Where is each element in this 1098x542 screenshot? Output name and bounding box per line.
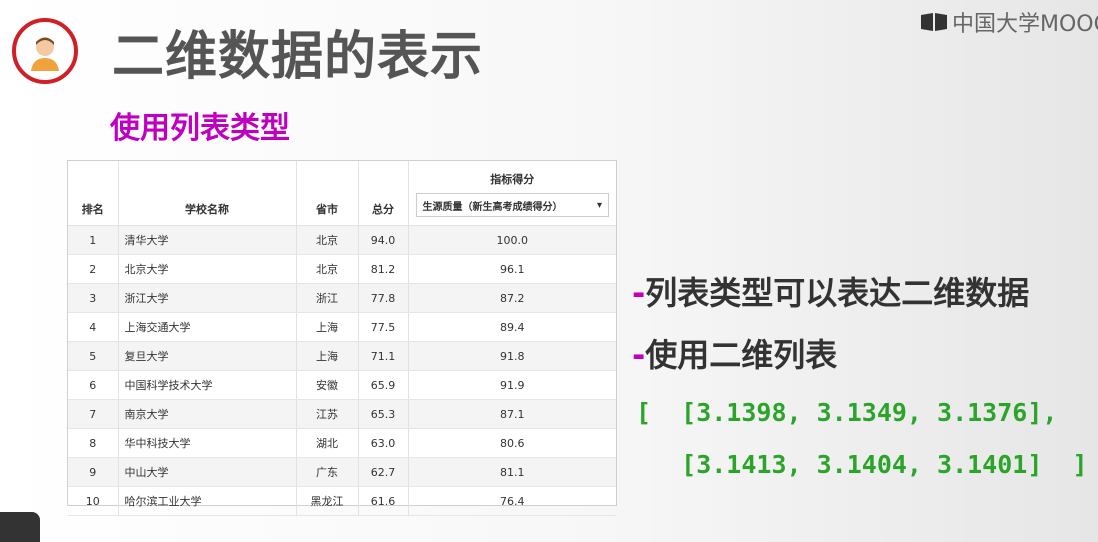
header-total: 总分 <box>358 161 409 226</box>
indicator-group-label: 指标得分 <box>490 173 535 186</box>
table-row: 4 上海交通大学 上海 77.5 89.4 <box>68 312 616 342</box>
cell-province: 北京 <box>296 225 359 255</box>
brand-text: 中国大学MOOC <box>952 12 1098 37</box>
ranking-table: 排名 学校名称 省市 总分 指标得分 生源质量（新生高考成绩得分） ▾ 1 清华大… <box>67 160 617 516</box>
avatar <box>12 18 78 84</box>
cell-score: 87.2 <box>408 283 616 313</box>
cell-rank: 6 <box>68 370 119 400</box>
page-subtitle: 使用列表类型 <box>110 111 290 146</box>
cell-score: 81.1 <box>408 457 616 487</box>
table-row: 1 清华大学 北京 94.0 100.0 <box>68 225 616 255</box>
cell-total: 62.7 <box>358 457 409 487</box>
cell-score: 87.1 <box>408 399 616 429</box>
cell-total: 65.3 <box>358 399 409 429</box>
cell-score: 96.1 <box>408 254 616 284</box>
header-indicator: 指标得分 生源质量（新生高考成绩得分） ▾ <box>408 161 616 226</box>
cell-province: 上海 <box>296 341 359 371</box>
header-school: 学校名称 <box>118 161 297 226</box>
header-rank: 排名 <box>68 161 119 226</box>
cell-score: 89.4 <box>408 312 616 342</box>
cell-rank: 1 <box>68 225 119 255</box>
cell-school: 南京大学 <box>118 399 297 429</box>
cell-score: 91.8 <box>408 341 616 371</box>
cell-total: 63.0 <box>358 428 409 458</box>
brand-logo: 中国大学MOOC <box>920 6 1098 38</box>
cell-score: 76.4 <box>408 486 616 516</box>
cell-school: 复旦大学 <box>118 341 297 371</box>
cell-school: 中国科学技术大学 <box>118 370 297 400</box>
cell-rank: 7 <box>68 399 119 429</box>
cell-school: 华中科技大学 <box>118 428 297 458</box>
table-row: 3 浙江大学 浙江 77.8 87.2 <box>68 283 616 313</box>
code-line-1: [ [3.1398, 3.1349, 3.1376], <box>636 398 1058 427</box>
cell-total: 71.1 <box>358 341 409 371</box>
table-row: 9 中山大学 广东 62.7 81.1 <box>68 457 616 487</box>
header-province: 省市 <box>296 161 359 226</box>
cell-total: 77.5 <box>358 312 409 342</box>
bullet-text: 使用二维列表 <box>645 336 838 374</box>
cell-school: 清华大学 <box>118 225 297 255</box>
cell-rank: 10 <box>68 486 119 516</box>
table-row: 5 复旦大学 上海 71.1 91.8 <box>68 341 616 371</box>
table-body: 1 清华大学 北京 94.0 100.0 2 北京大学 北京 81.2 96.1 3 浙江大学 浙江 77… <box>68 225 616 516</box>
cell-rank: 4 <box>68 312 119 342</box>
cell-rank: 3 <box>68 283 119 313</box>
bullet-dash: - <box>632 336 646 374</box>
bullet-text: 列表类型可以表达二维数据 <box>645 274 1030 312</box>
table-row: 6 中国科学技术大学 安徽 65.9 91.9 <box>68 370 616 400</box>
cell-total: 61.6 <box>358 486 409 516</box>
cell-province: 北京 <box>296 254 359 284</box>
cell-score: 91.9 <box>408 370 616 400</box>
cell-school: 哈尔滨工业大学 <box>118 486 297 516</box>
cell-province: 广东 <box>296 457 359 487</box>
teacher-avatar-icon <box>31 37 59 71</box>
player-corner <box>0 512 40 542</box>
cell-school: 浙江大学 <box>118 283 297 313</box>
table-row: 2 北京大学 北京 81.2 96.1 <box>68 254 616 284</box>
cell-rank: 5 <box>68 341 119 371</box>
table-row: 10 哈尔滨工业大学 黑龙江 61.6 76.4 <box>68 486 616 516</box>
cell-rank: 8 <box>68 428 119 458</box>
indicator-select[interactable]: 生源质量（新生高考成绩得分） ▾ <box>415 193 609 217</box>
cell-province: 上海 <box>296 312 359 342</box>
indicator-select-value: 生源质量（新生高考成绩得分） <box>422 201 563 213</box>
bullet-1: -列表类型可以表达二维数据 <box>632 268 1029 314</box>
cell-school: 中山大学 <box>118 457 297 487</box>
code-line-2: [3.1413, 3.1404, 3.1401] ] <box>636 450 1088 479</box>
cell-score: 80.6 <box>408 428 616 458</box>
bullet-2: -使用二维列表 <box>632 330 837 376</box>
mooc-book-icon <box>921 13 947 31</box>
cell-rank: 2 <box>68 254 119 284</box>
cell-province: 江苏 <box>296 399 359 429</box>
cell-province: 安徽 <box>296 370 359 400</box>
table-row: 7 南京大学 江苏 65.3 87.1 <box>68 399 616 429</box>
cell-school: 上海交通大学 <box>118 312 297 342</box>
cell-province: 浙江 <box>296 283 359 313</box>
cell-score: 100.0 <box>408 225 616 255</box>
cell-total: 94.0 <box>358 225 409 255</box>
dropdown-arrow-icon: ▾ <box>596 199 602 211</box>
cell-province: 湖北 <box>296 428 359 458</box>
table-header-row: 排名 学校名称 省市 总分 指标得分 生源质量（新生高考成绩得分） ▾ <box>68 161 616 226</box>
table-row: 8 华中科技大学 湖北 63.0 80.6 <box>68 428 616 458</box>
cell-total: 77.8 <box>358 283 409 313</box>
cell-school: 北京大学 <box>118 254 297 284</box>
bullet-dash: - <box>632 274 646 312</box>
page-title: 二维数据的表示 <box>112 27 484 87</box>
cell-total: 65.9 <box>358 370 409 400</box>
cell-rank: 9 <box>68 457 119 487</box>
cell-province: 黑龙江 <box>296 486 359 516</box>
cell-total: 81.2 <box>358 254 409 284</box>
